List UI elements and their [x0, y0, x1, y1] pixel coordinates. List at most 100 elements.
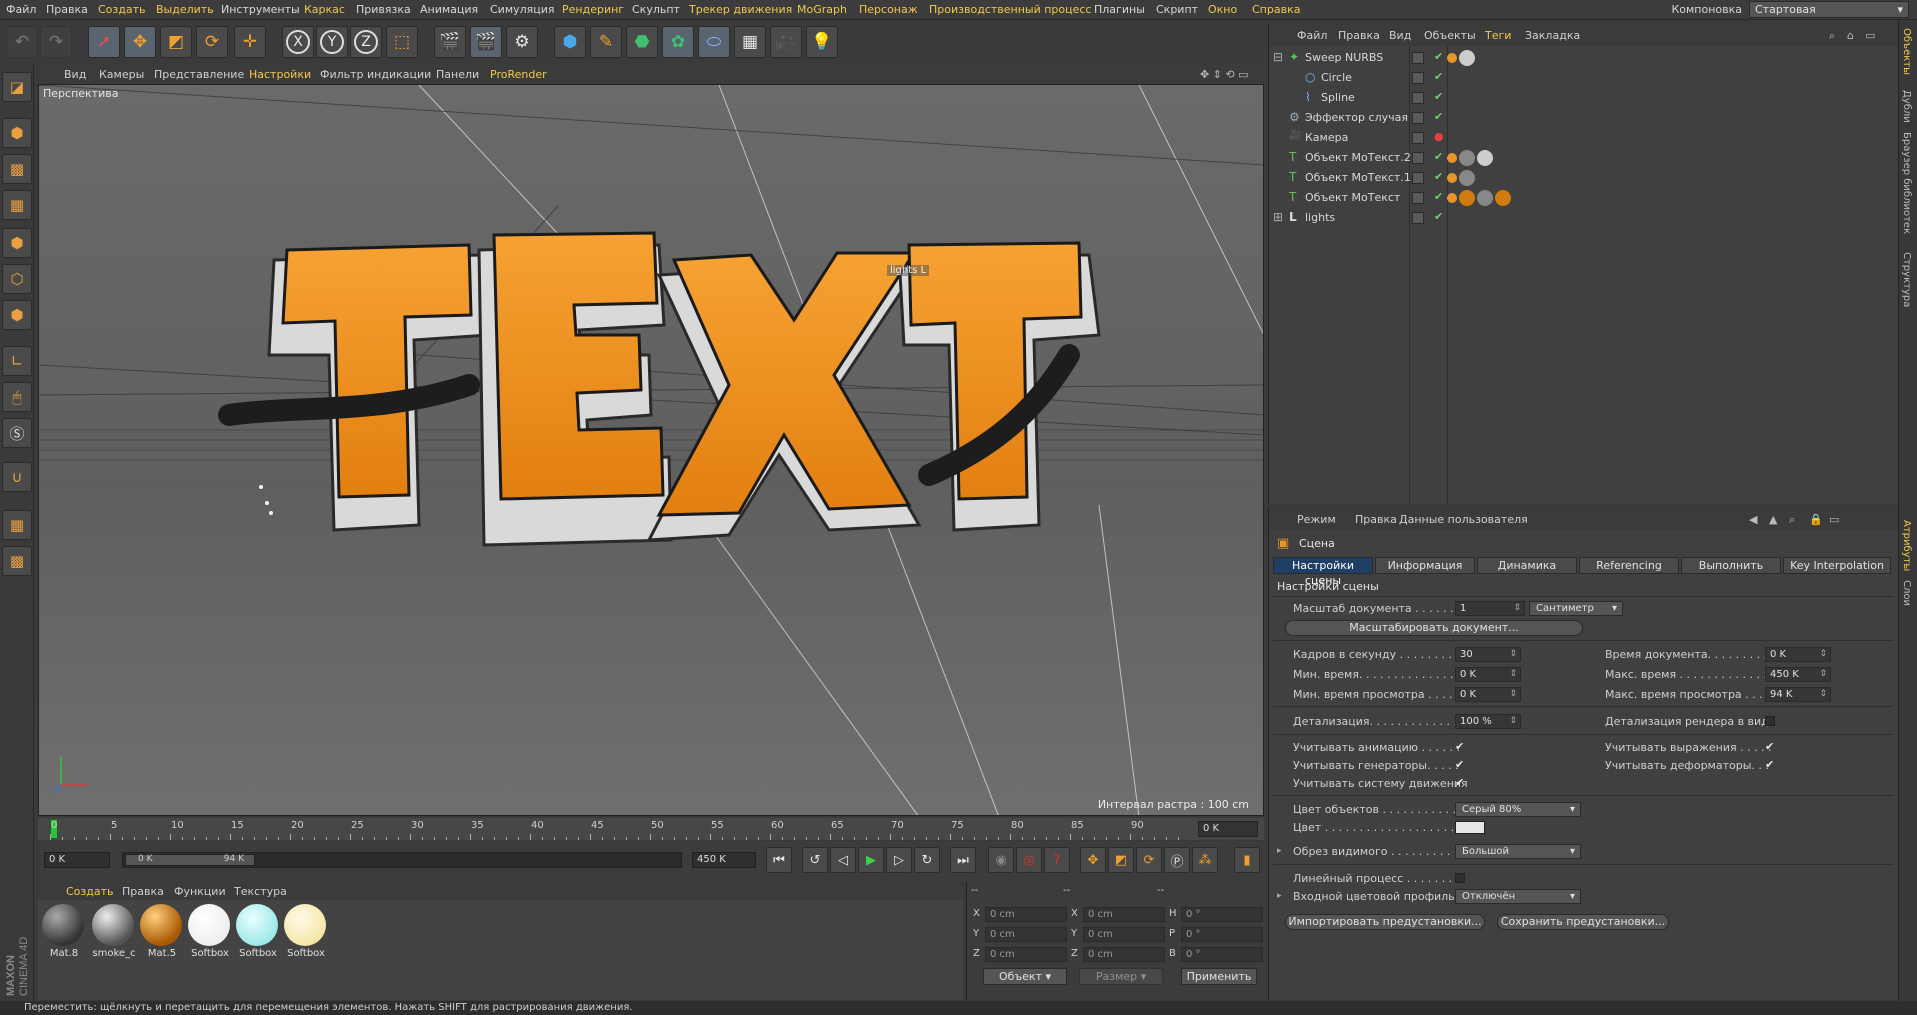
pla-key-icon[interactable]: ⁂	[1192, 847, 1218, 873]
keyframe-selection-icon[interactable]: ?	[1044, 847, 1070, 873]
attr-menu-user-data[interactable]: Данные пользователя	[1399, 513, 1528, 526]
use-motion-checkbox[interactable]: ✔	[1455, 776, 1464, 789]
material-tag[interactable]	[1495, 190, 1511, 206]
object-mode-dropdown[interactable]: Объект ▾	[983, 968, 1067, 985]
z-axis-icon[interactable]: Z	[350, 26, 382, 58]
object-row[interactable]: ○ Circle ✔	[1269, 68, 1899, 88]
menu-pipeline[interactable]: Производственный процесс	[929, 3, 1091, 16]
position-key-icon[interactable]: ✥	[1080, 847, 1106, 873]
move-icon[interactable]: ✥	[124, 26, 156, 58]
max-time-field[interactable]: 450 K	[1765, 667, 1831, 682]
end-frame-field[interactable]: 450 K	[692, 852, 756, 868]
rotation-key-icon[interactable]: ⟳	[1136, 847, 1162, 873]
material-tag[interactable]	[1447, 53, 1457, 63]
menu-sculpt[interactable]: Скульпт	[632, 3, 680, 16]
use-expressions-checkbox[interactable]: ✔	[1765, 740, 1774, 753]
obj-menu-view[interactable]: Вид	[1389, 29, 1411, 42]
check-icon[interactable]: ✔	[1434, 210, 1443, 223]
make-editable-icon[interactable]: ◪	[2, 72, 32, 102]
record-keys-icon[interactable]: ◉	[988, 847, 1014, 873]
min-time-field[interactable]: 0 K	[1455, 667, 1521, 682]
object-row[interactable]: ⚙ Эффектор случая ✔	[1269, 108, 1899, 128]
expand-arrow-icon[interactable]: ▸	[1277, 846, 1282, 856]
material-swatch[interactable]: Mat.5	[138, 904, 184, 962]
viewport-menu-view[interactable]: Вид	[64, 68, 86, 81]
nav-up-icon[interactable]: ▲	[1769, 513, 1777, 526]
side-tab-attributes[interactable]: Атрибуты	[1901, 520, 1912, 571]
nurbs-icon[interactable]: ⬣	[626, 26, 658, 58]
material-tag[interactable]	[1459, 50, 1475, 66]
check-icon[interactable]: ✔	[1434, 110, 1443, 123]
check-icon[interactable]: ✔	[1434, 150, 1443, 163]
object-row[interactable]: 🎥 Камера ●	[1269, 128, 1899, 148]
side-tab-content-browser[interactable]: Браузер библиотек	[1901, 132, 1912, 234]
menu-plugins[interactable]: Плагины	[1094, 3, 1145, 16]
parameter-key-icon[interactable]: Ⓟ	[1164, 847, 1190, 873]
object-row[interactable]: ⊞ L lights ✔	[1269, 208, 1899, 228]
viewport-nav-icons[interactable]: ✥ ⇕ ⟲ ▭	[1200, 68, 1249, 81]
menu-motion-tracker[interactable]: Трекер движения	[689, 3, 792, 16]
layout-icon[interactable]: ▭	[1865, 29, 1875, 42]
pen-spline-icon[interactable]: ✎	[590, 26, 622, 58]
visibility-toggle[interactable]	[1412, 132, 1424, 144]
search-icon[interactable]: ⌕	[1789, 513, 1795, 527]
fps-field[interactable]: 30	[1455, 647, 1521, 662]
preview-range-handle[interactable]: 0 K 94 K	[125, 854, 255, 866]
tab-referencing[interactable]: Referencing	[1579, 557, 1679, 574]
obj-menu-edit[interactable]: Правка	[1338, 29, 1380, 42]
material-tag[interactable]	[1459, 170, 1475, 186]
timeline-ruler[interactable]: 0 5 10 15 20 25 30 35 40 45 50 55 60 65 70 75 80 85 90	[50, 818, 1190, 840]
import-presets-button[interactable]: Импортировать предустановки...	[1285, 914, 1485, 930]
points-mode-icon[interactable]: ⬢	[2, 228, 32, 258]
material-tag[interactable]	[1459, 190, 1475, 206]
position-x-field[interactable]: 0 cm	[985, 907, 1067, 922]
timeline[interactable]: 0 5 10 15 20 25 30 35 40 45 50 55 60 65 70 75 80 85 90 0 K	[38, 818, 1264, 840]
home-icon[interactable]: ⌂	[1847, 29, 1854, 42]
scale-icon[interactable]: ◩	[160, 26, 192, 58]
material-tag[interactable]	[1477, 190, 1493, 206]
doc-scale-unit-dropdown[interactable]: Сантиметр	[1529, 601, 1623, 616]
side-tab-layers[interactable]: Слои	[1901, 580, 1912, 606]
linear-workflow-checkbox[interactable]	[1455, 873, 1465, 883]
viewport-menu-options[interactable]: Настройки	[249, 68, 311, 81]
material-menu-functions[interactable]: Функции	[174, 885, 226, 898]
mograph-cloner-icon[interactable]: ✿	[662, 26, 694, 58]
texture-mode-icon[interactable]: ▩	[2, 154, 32, 184]
new-window-icon[interactable]: ▭	[1829, 513, 1839, 526]
position-z-field[interactable]: 0 cm	[985, 947, 1067, 962]
check-icon[interactable]: ✔	[1434, 170, 1443, 183]
visibility-toggle[interactable]	[1412, 152, 1424, 164]
apply-button[interactable]: Применить	[1181, 968, 1257, 985]
expand-icon[interactable]: ⊟	[1273, 50, 1283, 64]
menu-character[interactable]: Персонаж	[859, 3, 918, 16]
scale-document-button[interactable]: Масштабировать документ...	[1285, 620, 1583, 636]
rotation-h-field[interactable]: 0 °	[1181, 907, 1263, 922]
select-icon[interactable]: ➚	[88, 26, 120, 58]
obj-menu-bookmarks[interactable]: Закладка	[1525, 29, 1580, 42]
material-tag[interactable]	[1477, 150, 1493, 166]
use-generators-checkbox[interactable]: ✔	[1455, 758, 1464, 771]
check-icon[interactable]: ✔	[1434, 90, 1443, 103]
tab-info[interactable]: Информация	[1375, 557, 1475, 574]
use-animation-checkbox[interactable]: ✔	[1455, 740, 1464, 753]
check-icon[interactable]: ✔	[1434, 50, 1443, 63]
object-row[interactable]: T Объект MoТекст ✔	[1269, 188, 1899, 208]
go-to-start-icon[interactable]: ⏮	[766, 847, 792, 873]
start-frame-field[interactable]: 0 K	[44, 852, 110, 868]
doc-time-field[interactable]: 0 K	[1765, 647, 1831, 662]
current-frame-field[interactable]: 0 K	[1198, 821, 1258, 837]
menu-snap[interactable]: Привязка	[356, 3, 411, 16]
play-icon[interactable]: ▶	[858, 847, 884, 873]
material-tag[interactable]	[1459, 150, 1475, 166]
visibility-toggle[interactable]	[1412, 52, 1424, 64]
obj-menu-tags[interactable]: Теги	[1485, 29, 1511, 42]
menu-edit[interactable]: Правка	[46, 3, 88, 16]
obj-menu-objects[interactable]: Объекты	[1424, 29, 1476, 42]
scale-key-icon[interactable]: ◩	[1108, 847, 1134, 873]
side-tab-takes[interactable]: Дубли	[1901, 90, 1912, 123]
autokey-icon[interactable]: ◎	[1016, 847, 1042, 873]
render-picture-queue-icon[interactable]: 🎬	[470, 26, 502, 58]
min-preview-field[interactable]: 0 K	[1455, 687, 1521, 702]
size-z-field[interactable]: 0 cm	[1083, 947, 1165, 962]
go-to-end-icon[interactable]: ⏭	[950, 847, 976, 873]
